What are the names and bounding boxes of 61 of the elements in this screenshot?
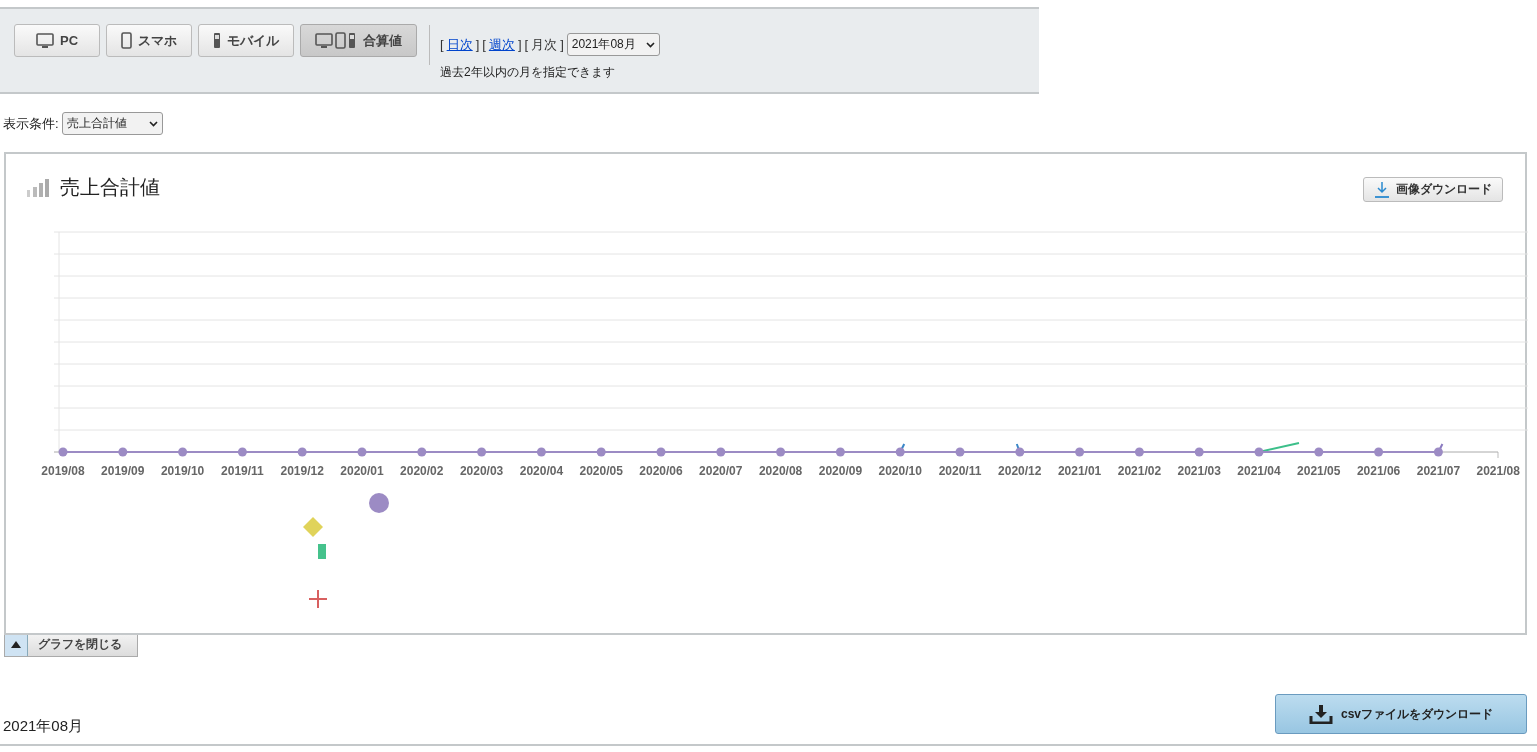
cross-marker-icon [308, 589, 328, 609]
download-icon [1374, 180, 1390, 199]
filter-select[interactable]: 売上合計値 [61, 112, 163, 135]
x-axis-label: 2020/08 [758, 464, 803, 478]
x-axis-label: 2021/06 [1356, 464, 1401, 478]
triangle-up-icon [11, 641, 21, 648]
x-axis-label: 2019/11 [221, 464, 264, 478]
bracket: ] [560, 37, 564, 52]
x-axis-label: 2020/05 [579, 464, 623, 478]
x-axis-label: 2021/08 [1476, 464, 1520, 478]
x-axis-label: 2019/10 [160, 464, 205, 478]
bracket: ] [517, 37, 522, 52]
chevron-down-icon [148, 120, 158, 127]
smartphone-icon [121, 32, 132, 49]
chart-title: 売上合計値 [60, 175, 160, 200]
x-axis-label: 2019/08 [41, 464, 85, 478]
bracket: [ [524, 37, 529, 52]
x-axis-label: 2019/09 [101, 464, 145, 478]
x-axis-label: 2020/06 [639, 464, 683, 478]
period-current: 月次 [531, 35, 558, 54]
circle-marker-icon [369, 493, 389, 513]
x-axis-label: 2020/02 [400, 464, 444, 478]
device-tab[interactable]: 合算値 [300, 24, 417, 57]
chevron-down-icon [645, 41, 655, 48]
x-axis-label: 2021/01 [1057, 464, 1102, 478]
x-axis-label: 2020/12 [998, 464, 1042, 478]
devices-icon [315, 32, 357, 49]
period-link[interactable]: 週次 [488, 35, 515, 54]
diamond-marker-icon [303, 517, 323, 537]
x-axis-label: 2021/03 [1177, 464, 1221, 478]
section-date: 2021年08月 [3, 717, 84, 736]
x-axis-label: 2020/10 [878, 464, 922, 478]
x-axis-label: 2020/07 [699, 464, 743, 478]
x-axis-label: 2019/12 [280, 464, 324, 478]
download-icon [1309, 704, 1333, 724]
device-tab[interactable]: モバイル [198, 24, 294, 57]
period-note: 過去2年以内の月を指定できます [440, 64, 616, 81]
x-axis-label: 2021/02 [1117, 464, 1162, 478]
x-axis-label: 2020/03 [459, 464, 504, 478]
csv-download-button[interactable]: csvファイルをダウンロード [1275, 694, 1527, 734]
x-axis-label: 2021/04 [1237, 464, 1281, 478]
device-tab[interactable]: スマホ [106, 24, 192, 57]
monitor-icon [35, 32, 54, 49]
period-link[interactable]: 日次 [446, 35, 473, 54]
month-select[interactable]: 2021年08月 [566, 33, 660, 56]
mobile-phone-icon [213, 32, 221, 49]
square-marker-icon [318, 544, 326, 559]
bracket: ] [475, 37, 480, 52]
x-axis-label: 2020/04 [519, 464, 564, 478]
x-axis-label: 2020/11 [938, 464, 982, 478]
device-tab[interactable]: PC [14, 24, 100, 57]
bracket: [ [440, 37, 444, 52]
x-axis-label: 2021/05 [1297, 464, 1341, 478]
x-axis-label: 2020/01 [340, 464, 384, 478]
bracket: [ [482, 37, 486, 52]
x-axis-label: 2021/07 [1416, 464, 1461, 478]
close-graph-button[interactable]: グラフを閉じる [4, 633, 138, 657]
filter-label: 表示条件: [3, 114, 59, 133]
x-axis-label: 2020/09 [818, 464, 863, 478]
bar-chart-icon [26, 178, 52, 197]
image-download-button[interactable]: 画像ダウンロード [1363, 177, 1503, 202]
